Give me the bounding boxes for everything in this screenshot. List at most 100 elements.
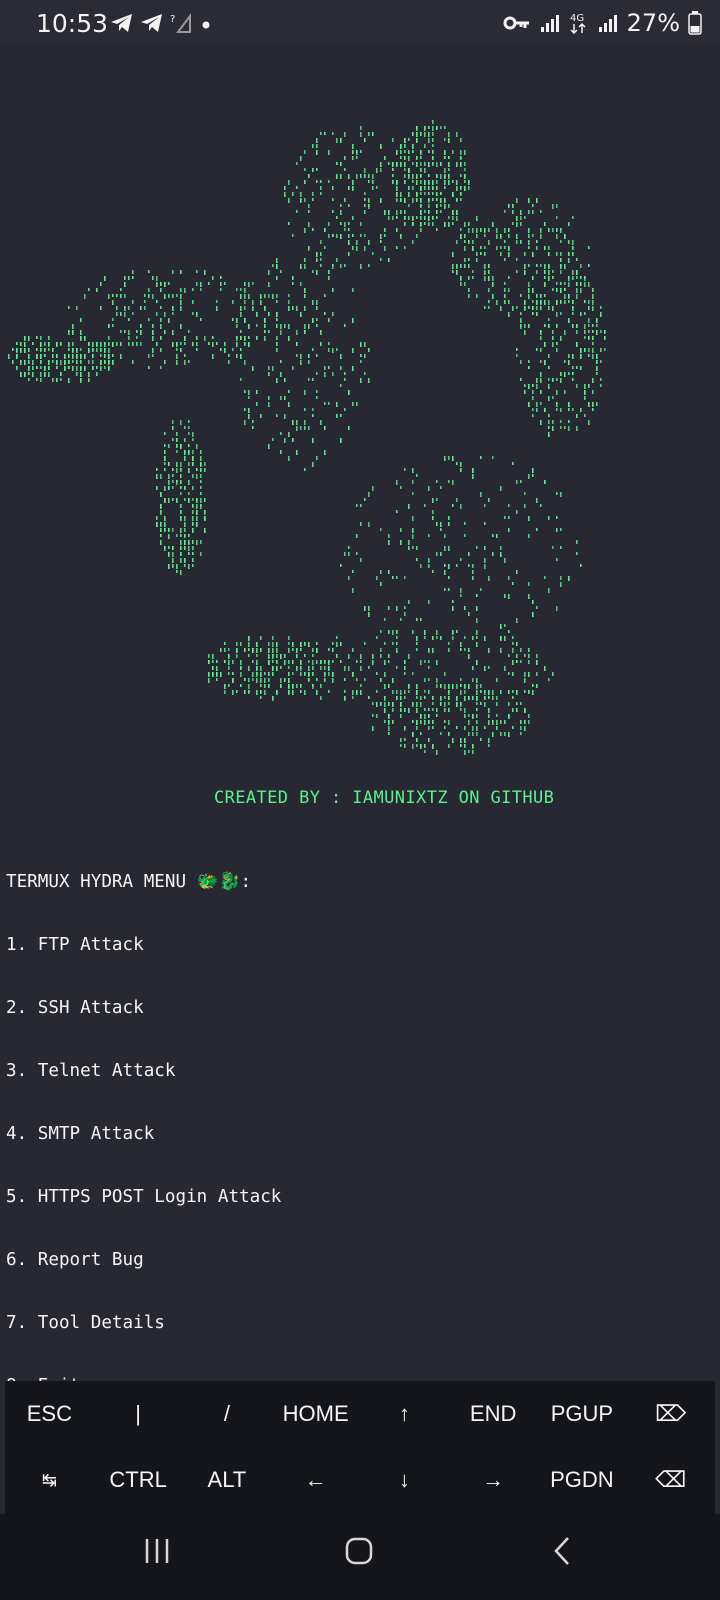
key-tab[interactable]: ↹ [5, 1447, 94, 1513]
ascii-art-dot [88, 288, 90, 291]
home-icon[interactable] [344, 1536, 374, 1566]
ascii-art-dot [524, 390, 526, 394]
key-pgup[interactable]: PGUP [538, 1381, 627, 1447]
ascii-art-dot [336, 654, 338, 658]
ascii-art-dot [540, 372, 542, 377]
ascii-art-dot [292, 690, 294, 695]
ascii-art-dot [376, 186, 378, 189]
ascii-art-dot [360, 654, 362, 659]
key-home[interactable]: HOME [271, 1381, 360, 1447]
ascii-art-dot [420, 168, 422, 172]
back-icon[interactable] [548, 1536, 578, 1566]
ascii-art-dot [200, 504, 202, 507]
ascii-art-dot [416, 738, 418, 741]
ascii-art-dot [212, 354, 214, 359]
key-pgdn[interactable]: PGDN [538, 1447, 627, 1513]
ascii-art-dot [592, 306, 594, 311]
ascii-art-dot [528, 366, 530, 369]
ascii-art-dot [416, 744, 418, 747]
ascii-art-dot [328, 690, 330, 693]
ascii-art-dot [244, 294, 246, 299]
ascii-art-dot [588, 300, 590, 304]
ascii-art-dot [564, 294, 566, 299]
ascii-art-dot [428, 216, 430, 221]
ascii-art-dot [308, 378, 310, 381]
key-pipe[interactable]: | [94, 1381, 183, 1447]
ascii-art-dot [36, 354, 38, 359]
ascii-art-dot [384, 708, 386, 713]
ascii-art-dot [304, 468, 306, 471]
ascii-art-dot [448, 174, 450, 177]
ascii-art-dot [384, 210, 386, 215]
ascii-art-dot [596, 330, 598, 335]
key-delete[interactable]: ⌦ [626, 1381, 715, 1447]
key-esc[interactable]: ESC [5, 1381, 94, 1447]
ascii-art-dot [592, 402, 594, 407]
terminal-view[interactable]: CREATED BY : IAMUNIXTZ ON GITHUB TERMUX … [0, 46, 720, 1459]
ascii-art-dot [488, 666, 490, 669]
ascii-art-dot [316, 270, 318, 275]
key-up-arrow[interactable]: ↑ [360, 1381, 449, 1447]
key-down-arrow[interactable]: ↓ [360, 1447, 449, 1513]
ascii-art-dot [396, 150, 398, 155]
ascii-art-dot [324, 372, 326, 377]
ascii-art-dot [200, 540, 202, 544]
ascii-art-dot [504, 258, 506, 261]
ascii-art-dot [464, 174, 466, 177]
ascii-art-dot [180, 288, 182, 292]
ascii-art-dot [212, 654, 214, 659]
ascii-art-dot [476, 720, 478, 724]
ascii-art-dot [576, 270, 578, 275]
ascii-art-dot [416, 156, 418, 160]
ascii-art-dot [32, 360, 34, 365]
ascii-art-dot [404, 738, 406, 741]
ascii-art-dot [488, 690, 490, 693]
key-slash[interactable]: / [183, 1381, 272, 1447]
ascii-art-dot [300, 282, 302, 286]
key-backspace[interactable]: ⌫ [626, 1447, 715, 1513]
ascii-art-dot [532, 684, 534, 687]
key-alt[interactable]: ALT [183, 1447, 272, 1513]
ascii-art-dot [440, 636, 442, 640]
ascii-art-dot [240, 642, 242, 646]
key-right-arrow[interactable]: → [449, 1447, 538, 1513]
ascii-art-dot [412, 516, 414, 521]
ascii-art-dot [528, 240, 530, 245]
ascii-art-dot [68, 366, 70, 369]
ascii-art-dot [260, 414, 262, 418]
key-left-arrow[interactable]: ← [271, 1447, 360, 1513]
ascii-art-dot [564, 282, 566, 285]
ascii-art-dot [172, 270, 174, 274]
ascii-art-dot [192, 474, 194, 478]
ascii-art-dot [212, 672, 214, 677]
ascii-art-dot [404, 162, 406, 167]
ascii-art-dot [132, 270, 134, 274]
status-bar: 10:53 ? 4G 27% [0, 0, 720, 46]
ascii-art-dot [252, 678, 254, 681]
ascii-art-dot [120, 342, 122, 346]
ascii-art-dot [392, 162, 394, 166]
ascii-art-dot [424, 630, 426, 635]
ascii-art-dot [304, 150, 306, 154]
ascii-art-dot [360, 522, 362, 526]
ascii-art-dot [188, 330, 190, 333]
key-end[interactable]: END [449, 1381, 538, 1447]
ascii-art-dot [444, 126, 446, 129]
ascii-art-dot [200, 318, 202, 321]
ascii-art-dot [512, 696, 514, 699]
ascii-art-dot [264, 678, 266, 683]
ascii-art-dot [284, 324, 286, 328]
ascii-art-dot [184, 564, 186, 567]
ascii-art-dot [304, 642, 306, 646]
ascii-art-dot [272, 642, 274, 647]
ascii-art-dot [368, 180, 370, 183]
ascii-art-dot [444, 150, 446, 155]
recents-icon[interactable] [142, 1536, 172, 1566]
ascii-art-dot [296, 342, 298, 346]
ascii-art-dot [520, 732, 522, 735]
ascii-art-dot [16, 342, 18, 345]
ascii-art-dot [356, 240, 358, 245]
key-ctrl[interactable]: CTRL [94, 1447, 183, 1513]
ascii-art-dot [404, 144, 406, 148]
ascii-art-dot [524, 678, 526, 683]
